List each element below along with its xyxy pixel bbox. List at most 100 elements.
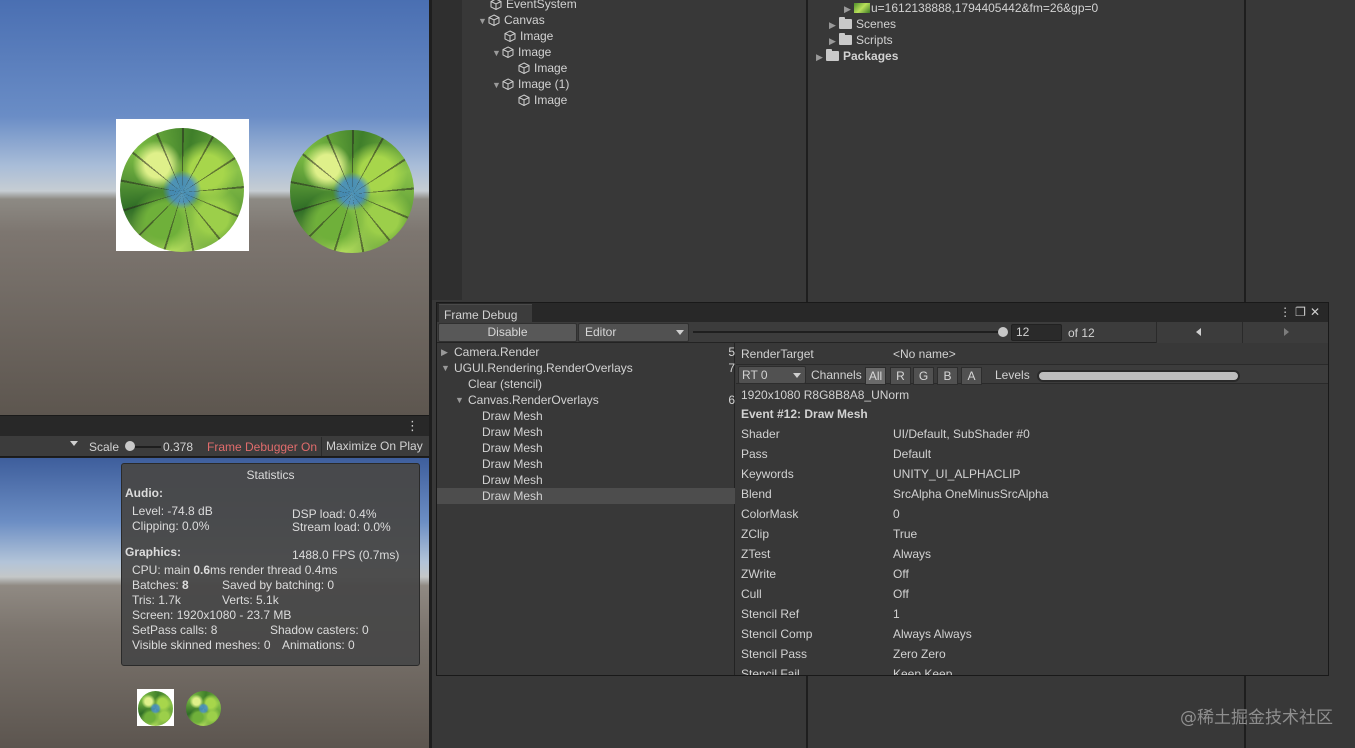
channel-button[interactable]: B <box>937 367 958 385</box>
channel-button[interactable]: R <box>890 367 911 385</box>
event-row[interactable]: ▼ Canvas.RenderOverlays 6 <box>437 392 735 408</box>
fold-arrow-icon[interactable]: ▼ <box>455 392 465 408</box>
gameobject-cube-icon <box>488 14 500 26</box>
scale-slider-thumb[interactable] <box>125 441 136 451</box>
property-name: Keywords <box>741 467 794 481</box>
property-name: ZWrite <box>741 567 777 581</box>
event-row[interactable]: Draw Mesh <box>437 408 735 424</box>
hierarchy-item[interactable]: Image <box>518 92 567 108</box>
folder-icon <box>839 17 852 29</box>
fold-arrow-icon[interactable]: ▶ <box>844 1 854 17</box>
project-item[interactable]: ▶ Packages <box>816 48 898 64</box>
hierarchy-item-label: Image <box>534 61 568 75</box>
project-item[interactable]: ▶ Scenes <box>829 16 896 32</box>
fold-arrow-icon[interactable]: ▼ <box>492 45 502 61</box>
scene-view[interactable] <box>0 0 429 415</box>
hierarchy-item[interactable]: EventSystem <box>490 0 577 12</box>
channel-button[interactable]: G <box>913 367 934 385</box>
fold-arrow-icon[interactable]: ▼ <box>441 360 451 376</box>
property-value: SrcAlpha OneMinusSrcAlpha <box>893 487 1049 501</box>
property-name: Stencil Fail <box>741 667 800 676</box>
more-vertical-icon[interactable]: ⋮ <box>406 418 419 434</box>
event-row[interactable]: ▼ UGUI.Rendering.RenderOverlays 7 <box>437 360 735 376</box>
hierarchy-item[interactable]: ▼ Image <box>492 44 551 60</box>
inspector-panel <box>1246 0 1355 300</box>
project-item-label: u=1612138888,1794405442&fm=26&gp=0 <box>871 1 1099 15</box>
setpass-calls: SetPass calls: 8 <box>132 623 218 637</box>
event-row[interactable]: ▶ Camera.Render 5 <box>437 344 735 360</box>
hierarchy-item[interactable]: ▼ Image (1) <box>492 76 569 92</box>
event-row[interactable]: Draw Mesh <box>437 488 735 504</box>
skinned-meshes: Visible skinned meshes: 0 <box>132 638 271 652</box>
tab-frame-debug[interactable]: Frame Debug <box>439 304 532 323</box>
hierarchy-item[interactable]: Image <box>518 60 567 76</box>
event-total: of 12 <box>1068 326 1095 340</box>
channel-button[interactable]: A <box>961 367 982 385</box>
masked-image-left <box>120 128 244 252</box>
event-label: Draw Mesh <box>482 441 543 455</box>
property-value: UI/Default, SubShader #0 <box>893 427 1030 441</box>
watermark: @稀土掘金技术社区 <box>1180 708 1333 728</box>
property-value: Off <box>893 587 909 601</box>
fold-arrow-icon[interactable]: ▶ <box>816 49 826 65</box>
event-index-field[interactable]: 12 <box>1011 324 1062 341</box>
hierarchy-item[interactable]: ▼ Canvas <box>478 12 545 28</box>
fold-arrow-icon[interactable]: ▶ <box>829 17 839 33</box>
fold-arrow-icon[interactable]: ▼ <box>478 13 488 29</box>
frame-debugger-on-label: Frame Debugger On <box>207 440 318 454</box>
next-event-button[interactable] <box>1242 322 1328 343</box>
event-count: 5 <box>728 345 735 359</box>
frame-debug-tabbar: Frame Debug ⋮❐✕ <box>437 303 1328 323</box>
folder-icon <box>839 33 852 45</box>
rt-dropdown[interactable]: RT 0 <box>738 366 806 384</box>
maximize-icon[interactable]: ❐ <box>1295 305 1310 319</box>
masked-image-right <box>290 130 414 253</box>
project-item-label: Packages <box>843 49 899 63</box>
event-slider-track[interactable] <box>693 331 1003 333</box>
project-item[interactable]: ▶ u=1612138888,1794405442&fm=26&gp=0 <box>844 0 1098 16</box>
more-vertical-icon[interactable]: ⋮ <box>1279 305 1295 319</box>
property-value: UNITY_UI_ALPHACLIP <box>893 467 1021 481</box>
event-row[interactable]: Draw Mesh <box>437 472 735 488</box>
dropdown-arrow-icon[interactable] <box>70 441 78 446</box>
hierarchy-item[interactable]: Image <box>504 28 553 44</box>
batches: Batches: 8 <box>132 578 189 592</box>
prev-event-button[interactable] <box>1156 322 1242 343</box>
event-title: Event #12: Draw Mesh <box>741 407 868 421</box>
audio-level: Level: -74.8 dB <box>132 504 213 518</box>
property-name: Shader <box>741 427 780 441</box>
fold-arrow-icon[interactable]: ▶ <box>829 33 839 49</box>
project-item-label: Scenes <box>856 17 897 31</box>
fold-arrow-icon[interactable]: ▶ <box>441 344 451 360</box>
hierarchy-item-label: Image <box>520 29 554 43</box>
event-slider-thumb[interactable] <box>998 327 1008 337</box>
shadow-casters: Shadow casters: 0 <box>270 623 369 637</box>
fps: 1488.0 FPS (0.7ms) <box>292 548 400 562</box>
property-value: Keep Keep <box>893 667 953 676</box>
disable-button[interactable]: Disable <box>438 323 577 342</box>
clipping: Clipping: 0.0% <box>132 519 210 533</box>
render-target-row: RenderTarget <No name> <box>736 344 1328 364</box>
property-name: ZClip <box>741 527 770 541</box>
close-icon[interactable]: ✕ <box>1310 305 1324 319</box>
event-label: Draw Mesh <box>482 489 543 503</box>
fold-arrow-icon[interactable]: ▼ <box>492 77 502 93</box>
property-value: Default <box>893 447 932 461</box>
scale-label: Scale <box>89 440 120 454</box>
event-row[interactable]: Draw Mesh <box>437 456 735 472</box>
property-name: ZTest <box>741 547 771 561</box>
event-row[interactable]: Draw Mesh <box>437 424 735 440</box>
dsp-load: DSP load: 0.4% <box>292 507 377 521</box>
channel-button[interactable]: All <box>865 367 886 385</box>
project-item[interactable]: ▶ Scripts <box>829 32 893 48</box>
maximize-on-play-button[interactable]: Maximize On Play <box>321 437 427 456</box>
gameobject-cube-icon <box>518 94 530 106</box>
gameobject-cube-icon <box>504 30 516 42</box>
statistics-title: Statistics <box>246 468 295 482</box>
event-row[interactable]: Clear (stencil) <box>437 376 735 392</box>
levels-slider[interactable] <box>1037 370 1240 382</box>
target-dropdown[interactable]: Editor <box>578 323 689 342</box>
event-label: Draw Mesh <box>482 473 543 487</box>
game-view-toolbar: Scale 0.378 Frame Debugger On Maximize O… <box>0 436 429 457</box>
event-row[interactable]: Draw Mesh <box>437 440 735 456</box>
